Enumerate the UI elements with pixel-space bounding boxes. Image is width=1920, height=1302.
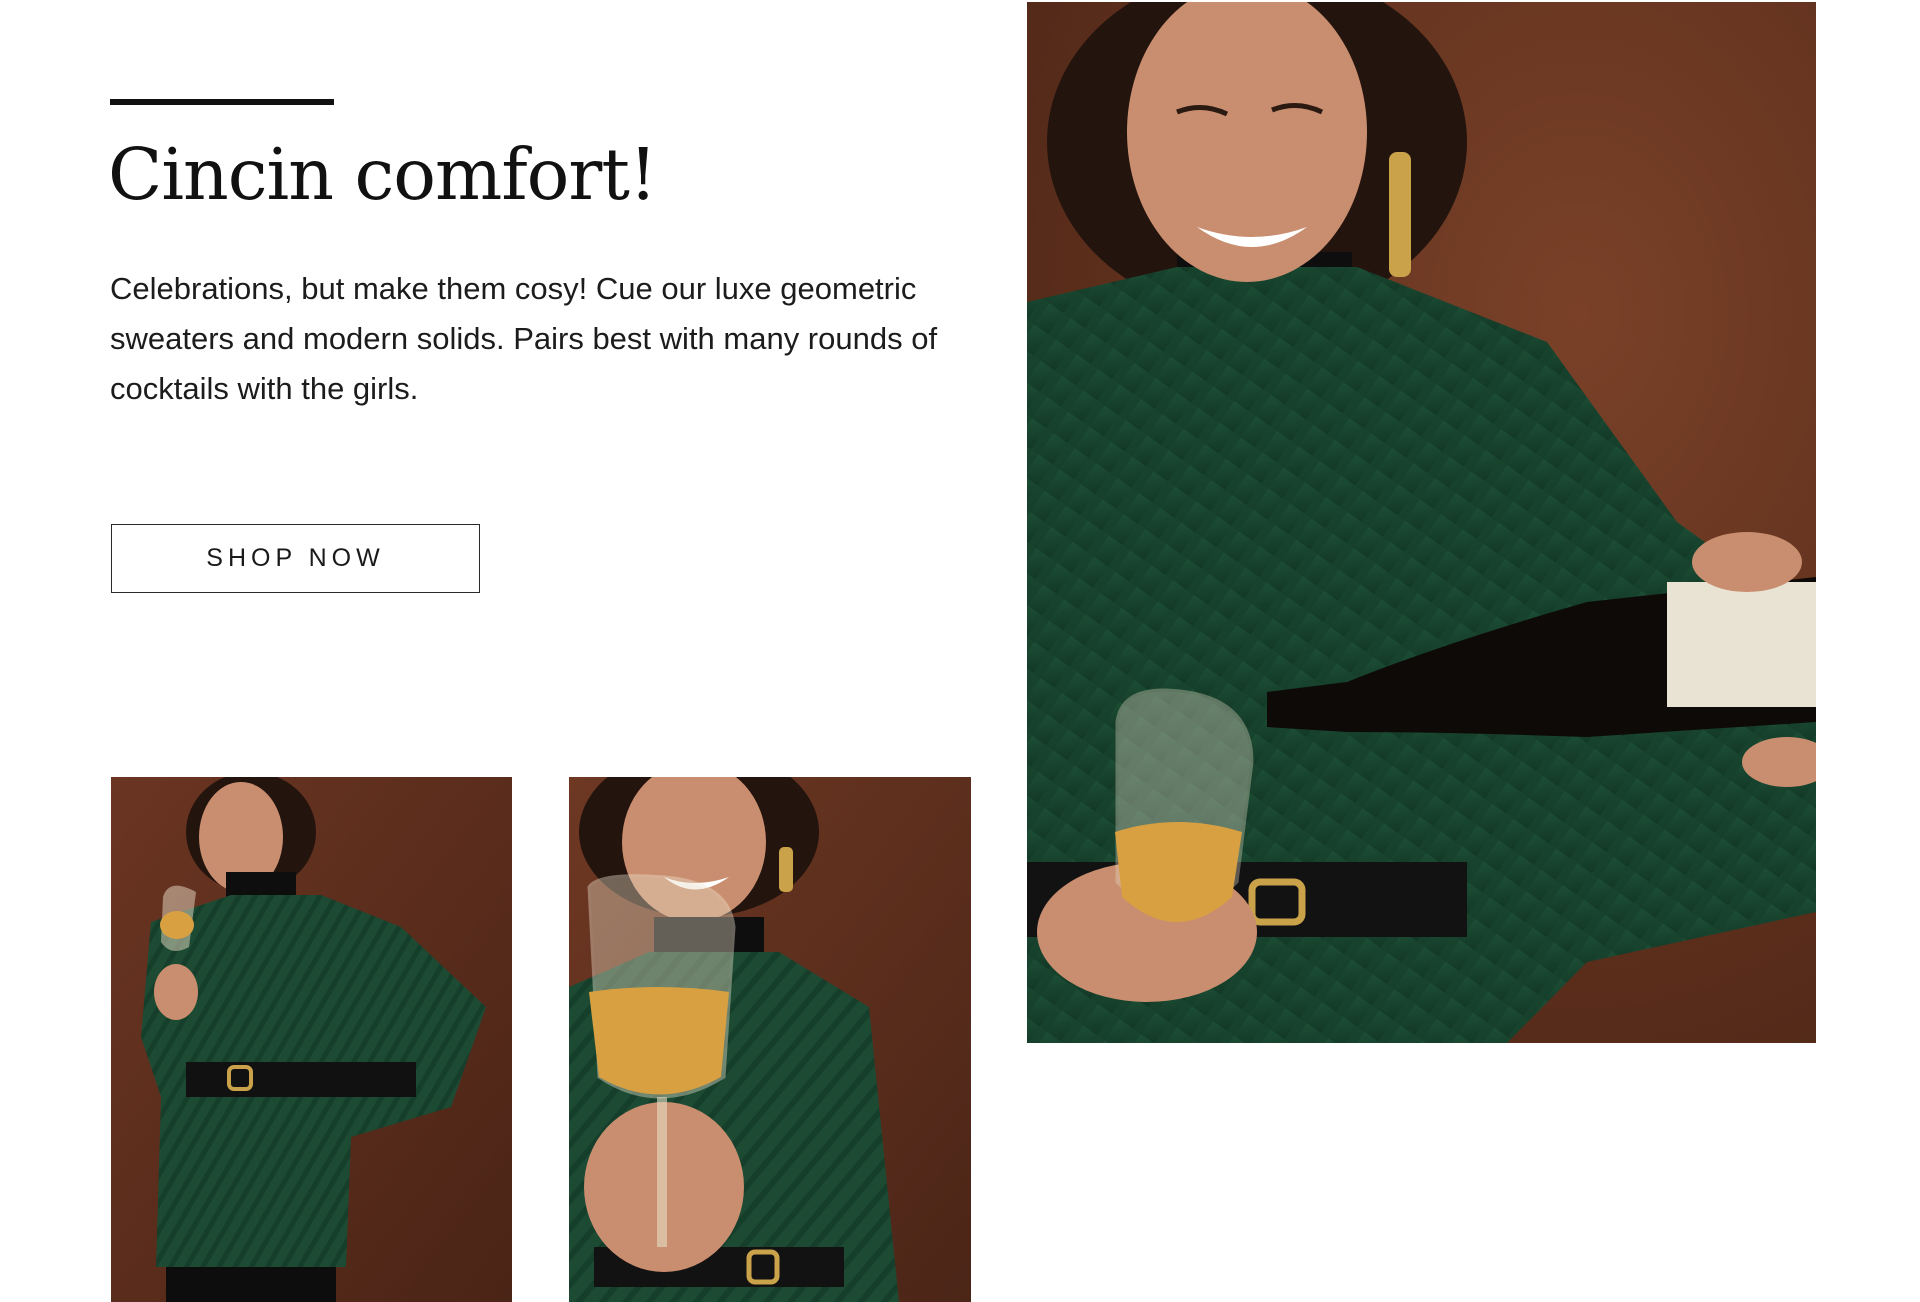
woman-holding-wine-glass-photo[interactable] [111,777,512,1302]
woman-pouring-wine-photo[interactable] [1027,2,1816,1043]
shop-now-button[interactable]: SHOP NOW [111,524,480,593]
page-title: Cincin comfort! [108,133,657,216]
accent-line [110,99,334,105]
woman-raising-wine-glass-photo[interactable] [569,777,971,1302]
feature-description: Celebrations, but make them cosy! Cue ou… [110,271,938,406]
